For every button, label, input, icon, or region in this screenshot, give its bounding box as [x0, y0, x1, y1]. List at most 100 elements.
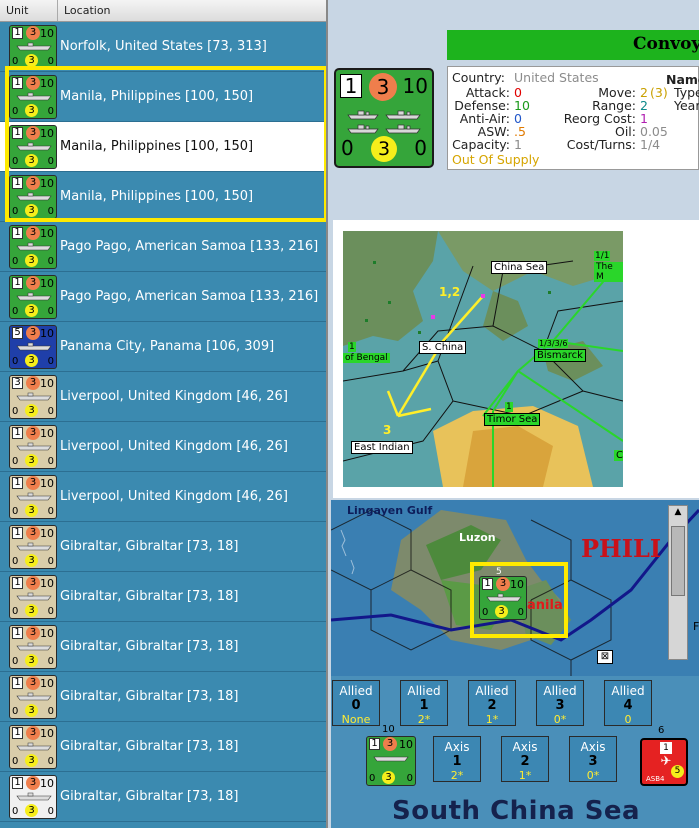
location-column-header[interactable]: Location	[58, 0, 326, 21]
convoy-icon	[16, 492, 52, 501]
slot-title: Axis	[444, 740, 470, 754]
unit-location: Gibraltar, Gibraltar [73, 18]	[60, 589, 239, 604]
allied-slot-2[interactable]: Allied 2 1*	[468, 680, 516, 726]
unit-list-row[interactable]: 1 3 10 0 3 0 Gibraltar, Gibraltar [73, 18]	[0, 722, 326, 772]
counter-extra: 0	[47, 206, 54, 217]
counter-defense: 0	[12, 556, 19, 567]
axis-slot-1[interactable]: Axis 1 2*	[433, 736, 481, 782]
map-label-luzon: Luzon	[459, 531, 496, 544]
cost-value: 1/4	[640, 137, 661, 152]
unit-list-row[interactable]: 1 3 10 0 3 0 Liverpool, United Kingdom [46, 26…	[0, 472, 326, 522]
counter-range-value: 10	[402, 74, 428, 98]
unit-counter: 1 3 10 0 3 0	[9, 75, 57, 119]
axis-slot-2[interactable]: Axis 2 1*	[501, 736, 549, 782]
allied-slot-4[interactable]: Allied 4 0	[604, 680, 652, 726]
allied-slot-1[interactable]: Allied 1 2*	[400, 680, 448, 726]
minimap-label-s-china: S. China	[419, 341, 467, 354]
battle-left-defense: 0	[369, 773, 376, 784]
counter-supply: 3	[25, 404, 38, 417]
map-label-lingayen: Lingayen Gulf	[347, 504, 433, 517]
counter-move: 3	[26, 526, 40, 540]
scroll-thumb[interactable]	[671, 526, 685, 596]
battle-right-counter[interactable]: 1 ✈ 5 ASB4	[640, 738, 688, 786]
unit-list-row[interactable]: 1 3 10 0 3 0 Manila, Philippines [100, 150]	[0, 72, 326, 122]
slot-sub: 0	[624, 713, 632, 726]
counter-range: 10	[40, 277, 54, 290]
slot-sub: 0*	[586, 769, 600, 782]
counter-attack: 1	[12, 627, 23, 639]
minimap-label-bengal-num: 1	[348, 342, 356, 352]
battle-left-stack: 10	[382, 724, 395, 735]
slot-sub: 1*	[518, 769, 532, 782]
axis-slot-3[interactable]: Axis 3 0*	[569, 736, 617, 782]
unit-location: Gibraltar, Gibraltar [73, 18]	[60, 739, 239, 754]
counter-move: 3	[26, 626, 40, 640]
convoy-icon	[16, 92, 52, 101]
slot-number: 0	[351, 698, 361, 713]
slot-number: 3	[588, 754, 598, 769]
counter-extra-value: 0	[414, 136, 427, 160]
counter-range: 10	[40, 727, 54, 740]
allied-slot-0[interactable]: Allied 0 None	[332, 680, 380, 726]
unit-location: Pago Pago, American Samoa [133, 216]	[60, 289, 319, 304]
slot-title: Axis	[512, 740, 538, 754]
counter-defense: 0	[12, 506, 19, 517]
counter-extra: 0	[47, 156, 54, 167]
counter-attack: 1	[12, 27, 23, 39]
unit-list-row[interactable]: 1 3 10 0 3 0 Manila, Philippines [100, 150]	[0, 122, 326, 172]
counter-defense: 0	[12, 106, 19, 117]
convoy-icon	[16, 342, 52, 351]
unit-list-row[interactable]: 3 3 10 0 3 0 Liverpool, United Kingdom [46, 26…	[0, 372, 326, 422]
unit-list-row[interactable]: 1 3 10 0 3 0 Pago Pago, American Samoa [133, 2…	[0, 222, 326, 272]
convoy-icon	[16, 292, 52, 301]
slot-sub: None	[341, 713, 371, 726]
selected-unit-counter: 1 3 10 0 3 0	[334, 68, 434, 168]
unit-location: Gibraltar, Gibraltar [73, 18]	[60, 539, 239, 554]
battle-left-counter[interactable]: 1 3 10 0 3 0	[366, 736, 416, 786]
unit-list-row[interactable]: 1 3 10 0 3 0 Gibraltar, Gibraltar [73, 18]	[0, 672, 326, 722]
map-vertical-scrollbar[interactable]: ▲	[668, 505, 688, 660]
tactical-map[interactable]: Lingayen Gulf Luzon PHILI anila 5 1 3 10…	[331, 500, 699, 676]
counter-defense: 0	[12, 706, 19, 717]
unit-column-header[interactable]: Unit	[0, 0, 58, 21]
move-extra-value: (3)	[650, 85, 668, 100]
counter-attack: 1	[12, 677, 23, 689]
allied-slot-3[interactable]: Allied 3 0*	[536, 680, 584, 726]
minimap-label-timor-num: 1	[505, 402, 513, 412]
convoy-icon	[373, 756, 409, 762]
counter-attack: 1	[12, 777, 23, 789]
scroll-up-icon[interactable]: ▲	[670, 507, 686, 521]
unit-counter: 1 3 10 0 3 0	[9, 425, 57, 469]
unit-location: Gibraltar, Gibraltar [73, 18]	[60, 639, 239, 654]
minimap-label-bengal: of Bengal	[343, 353, 390, 363]
unit-list-row[interactable]: 5 3 10 0 3 0 Panama City, Panama [106, 309]	[0, 322, 326, 372]
counter-defense: 0	[12, 156, 19, 167]
counter-supply: 3	[25, 354, 38, 367]
slot-title: Allied	[339, 684, 373, 698]
strategic-minimap[interactable]: China Sea 1/1 The M 1,2 1 of Bengal S. C…	[343, 231, 623, 487]
slot-sub: 1*	[485, 713, 499, 726]
counter-move: 3	[26, 76, 40, 90]
unit-list-row[interactable]: 1 3 10 0 3 0 Norfolk, United States [73, 313]	[0, 22, 326, 72]
slot-title: Allied	[407, 684, 441, 698]
unit-list-row[interactable]: 1 3 10 0 3 0 Gibraltar, Gibraltar [73, 18]	[0, 772, 326, 822]
unit-list-row[interactable]: 1 3 10 0 3 0 Gibraltar, Gibraltar [73, 18]	[0, 622, 326, 672]
unit-list-row[interactable]: 1 3 10 0 3 0 Gibraltar, Gibraltar [73, 18]	[0, 572, 326, 622]
unit-list-row[interactable]: 1 3 10 0 3 0 Liverpool, United Kingdom [46, 26…	[0, 422, 326, 472]
counter-range: 10	[40, 627, 54, 640]
counter-attack: 1	[12, 577, 23, 589]
counter-supply: 3	[25, 804, 38, 817]
unit-list-row[interactable]: 1 3 10 0 3 0 Pago Pago, American Samoa [133, 2…	[0, 272, 326, 322]
counter-extra: 0	[47, 456, 54, 467]
convoy-icon	[16, 692, 52, 701]
counter-supply: 3	[25, 704, 38, 717]
list-header: Unit Location	[0, 0, 326, 22]
unit-list-row[interactable]: 1 3 10 0 3 0 Gibraltar, Gibraltar [73, 18]	[0, 522, 326, 572]
slot-sub: 2*	[417, 713, 431, 726]
counter-attack: 1	[12, 127, 23, 139]
unit-list-row[interactable]: 1 3 10 0 3 0 Manila, Philippines [100, 150]	[0, 172, 326, 222]
counter-range: 10	[40, 377, 54, 390]
unit-location: Gibraltar, Gibraltar [73, 18]	[60, 689, 239, 704]
counter-defense: 0	[12, 656, 19, 667]
counter-defense: 0	[12, 356, 19, 367]
